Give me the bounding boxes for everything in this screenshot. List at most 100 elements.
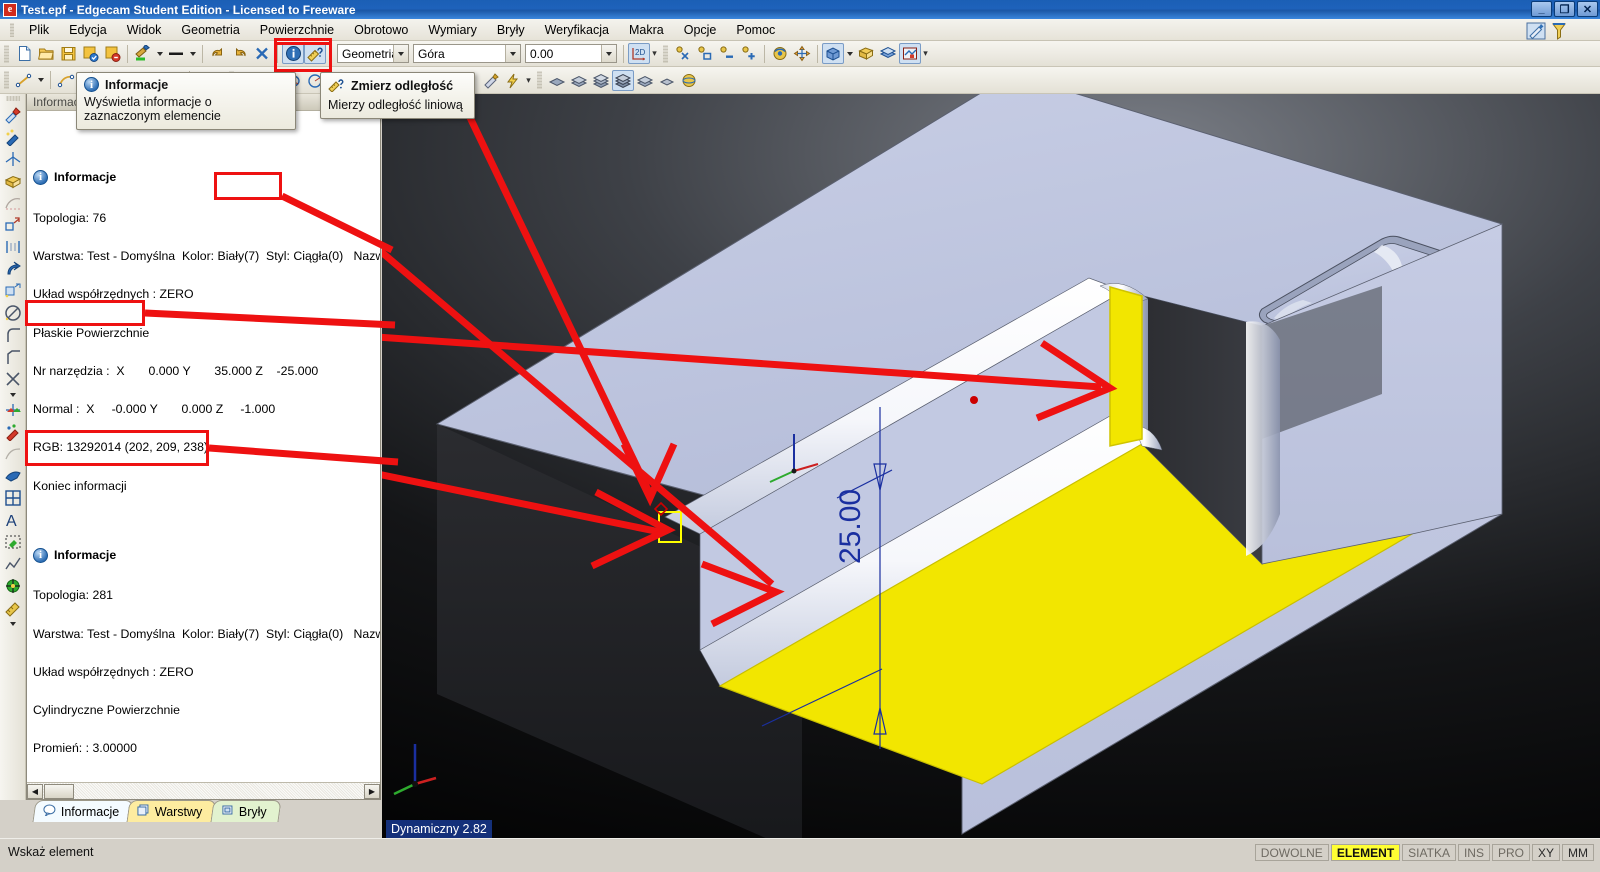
snap-add-point-icon[interactable] bbox=[738, 43, 760, 64]
layer-all-icon[interactable] bbox=[612, 69, 634, 91]
menu-item-bryly[interactable]: Bryły bbox=[487, 20, 535, 40]
undo-shape-icon[interactable] bbox=[2, 258, 24, 280]
info-tool-icon[interactable] bbox=[282, 43, 304, 64]
menu-item-edycja[interactable]: Edycja bbox=[59, 20, 117, 40]
plane-combo[interactable]: Góra bbox=[413, 44, 521, 63]
shade-model-icon[interactable] bbox=[2, 465, 24, 487]
vertical-toolbar-grip[interactable] bbox=[5, 96, 20, 101]
status-cell-pro[interactable]: PRO bbox=[1491, 844, 1530, 861]
information-panel-body[interactable]: i Informacje Topologia: 76 Warstwa: Test… bbox=[27, 111, 380, 781]
pan-view-icon[interactable] bbox=[791, 43, 813, 64]
toolbar-overflow-4[interactable] bbox=[524, 70, 533, 90]
plane-chevron-down-icon[interactable] bbox=[505, 45, 520, 62]
menu-item-obrotowo[interactable]: Obrotowo bbox=[344, 20, 418, 40]
curve-fit-icon[interactable] bbox=[2, 192, 24, 214]
copy-move-icon[interactable] bbox=[2, 280, 24, 302]
undo-icon[interactable] bbox=[207, 43, 229, 64]
status-cell-dowolne[interactable]: DOWOLNE bbox=[1254, 844, 1329, 861]
menu-item-geometria[interactable]: Geometria bbox=[171, 20, 249, 40]
toolbar4-grip[interactable] bbox=[537, 71, 542, 89]
menu-item-makra[interactable]: Makra bbox=[619, 20, 674, 40]
arc-tool-icon[interactable] bbox=[55, 70, 77, 91]
stack-view-icon[interactable] bbox=[877, 43, 899, 64]
funnel-icon[interactable] bbox=[1552, 22, 1566, 43]
snap-endpoint-icon[interactable] bbox=[694, 43, 716, 64]
select-window-icon[interactable] bbox=[2, 531, 24, 553]
mirror-icon[interactable] bbox=[2, 148, 24, 170]
depth-combo[interactable]: 0.00 bbox=[525, 44, 617, 63]
status-cell-xy[interactable]: XY bbox=[1531, 844, 1560, 861]
scroll-left-arrow-icon[interactable]: ◀ bbox=[27, 783, 43, 799]
restore-button[interactable]: ❐ bbox=[1554, 1, 1575, 17]
machine-fixture-icon[interactable] bbox=[2, 399, 24, 421]
scrollbar-thumb[interactable] bbox=[44, 783, 74, 799]
quick-action-icon[interactable] bbox=[502, 70, 524, 91]
toolbar-overflow-2[interactable] bbox=[921, 44, 930, 64]
shaded-view-icon[interactable] bbox=[822, 43, 844, 64]
layer-1-icon[interactable] bbox=[546, 70, 568, 91]
fillet-icon[interactable] bbox=[2, 324, 24, 346]
line-tool-dropdown-arrow[interactable] bbox=[35, 70, 46, 90]
chamfer-icon[interactable] bbox=[2, 346, 24, 368]
line-tool-icon[interactable] bbox=[13, 70, 35, 91]
tab-warstwy[interactable]: Warstwy bbox=[126, 800, 218, 822]
pencil-icon[interactable] bbox=[1526, 22, 1546, 43]
snap-intersection-icon[interactable] bbox=[672, 43, 694, 64]
solid-model-icon[interactable] bbox=[855, 43, 877, 64]
toolbar-grip-2[interactable] bbox=[663, 44, 668, 63]
machine-setup-icon[interactable] bbox=[899, 43, 921, 64]
view-orbit-icon[interactable] bbox=[678, 70, 700, 91]
close-button[interactable]: ✕ bbox=[1577, 1, 1598, 17]
menu-item-opcje[interactable]: Opcje bbox=[674, 20, 727, 40]
tab-informacje[interactable]: Informacje bbox=[32, 800, 134, 822]
simulate-icon[interactable] bbox=[2, 575, 24, 597]
snap-midpoint-icon[interactable] bbox=[716, 43, 738, 64]
transform-icon[interactable] bbox=[2, 214, 24, 236]
toolpath-icon[interactable] bbox=[2, 421, 24, 443]
array-icon[interactable] bbox=[2, 236, 24, 258]
toolpath-sim-icon[interactable] bbox=[2, 597, 24, 619]
color-picker-icon[interactable] bbox=[132, 43, 154, 64]
graph-icon[interactable] bbox=[2, 553, 24, 575]
shaded-view-dropdown-arrow[interactable] bbox=[844, 44, 855, 64]
layer-3-icon[interactable] bbox=[590, 70, 612, 91]
menu-item-wymiary[interactable]: Wymiary bbox=[418, 20, 487, 40]
geometry-mode-combo[interactable]: Geometria bbox=[337, 44, 409, 63]
trim-icon[interactable] bbox=[2, 368, 24, 390]
line-style-dropdown-arrow[interactable] bbox=[187, 44, 198, 64]
menu-grip[interactable] bbox=[10, 22, 14, 37]
line-style-icon[interactable] bbox=[165, 43, 187, 64]
menu-item-weryfikacja[interactable]: Weryfikacja bbox=[535, 20, 619, 40]
text-tool-icon[interactable]: A bbox=[2, 509, 24, 531]
menu-item-widok[interactable]: Widok bbox=[117, 20, 172, 40]
open-file-icon[interactable] bbox=[35, 43, 57, 64]
redo-icon[interactable] bbox=[229, 43, 251, 64]
scroll-right-arrow-icon[interactable]: ▶ bbox=[364, 783, 380, 799]
menu-item-plik[interactable]: Plik bbox=[19, 20, 59, 40]
status-cell-mm[interactable]: MM bbox=[1562, 844, 1594, 861]
dynamic-draw-icon[interactable] bbox=[2, 126, 24, 148]
no-entry-icon[interactable] bbox=[2, 302, 24, 324]
trim-dropdown-arrow[interactable] bbox=[2, 390, 24, 399]
export-icon[interactable] bbox=[101, 43, 123, 64]
menu-item-pomoc[interactable]: Pomoc bbox=[726, 20, 785, 40]
new-file-icon[interactable] bbox=[13, 43, 35, 64]
spline-icon[interactable] bbox=[2, 443, 24, 465]
depth-chevron-down-icon[interactable] bbox=[601, 45, 616, 62]
status-cell-ins[interactable]: INS bbox=[1457, 844, 1490, 861]
status-cell-element[interactable]: ELEMENT bbox=[1330, 844, 1401, 861]
grid-icon[interactable] bbox=[2, 487, 24, 509]
measure-distance-tool-icon[interactable] bbox=[304, 43, 326, 64]
geometry-mode-chevron-down-icon[interactable] bbox=[393, 45, 408, 62]
layer-2-icon[interactable] bbox=[568, 70, 590, 91]
status-cell-siatka[interactable]: SIATKA bbox=[1402, 844, 1456, 861]
toolbar2-grip[interactable] bbox=[4, 71, 9, 89]
layer-single-icon[interactable] bbox=[656, 70, 678, 91]
tab-bryly[interactable]: Bryły bbox=[210, 800, 282, 822]
solid-block-icon[interactable] bbox=[2, 170, 24, 192]
menu-item-powierzchnie[interactable]: Powierzchnie bbox=[250, 20, 344, 40]
save-as-icon[interactable] bbox=[79, 43, 101, 64]
toolbar-grip[interactable] bbox=[4, 44, 9, 63]
toolbar-overflow-1[interactable] bbox=[650, 44, 659, 64]
brush-tool-icon[interactable] bbox=[480, 70, 502, 91]
